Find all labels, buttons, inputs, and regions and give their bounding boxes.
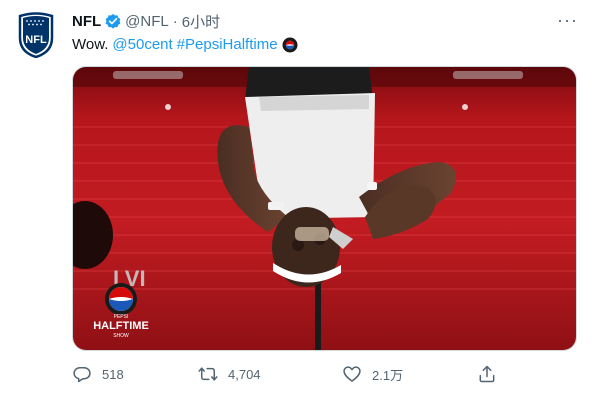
- separator-dot: ·: [172, 12, 178, 30]
- timestamp[interactable]: 6小时: [182, 11, 220, 32]
- like-button[interactable]: 2.1万: [342, 363, 403, 385]
- tweet-header: NFL @NFL · 6小时: [72, 11, 220, 31]
- hashflag-pepsi-icon: [282, 37, 298, 53]
- tweet-text-prefix: Wow.: [72, 36, 109, 53]
- like-count: 2.1万: [372, 367, 404, 383]
- tweet-text: Wow. @50cent #PepsiHalftime: [72, 35, 298, 55]
- reply-button[interactable]: 518: [72, 363, 124, 385]
- mention-link[interactable]: @50cent: [112, 35, 172, 55]
- retweet-button[interactable]: 4,704: [198, 363, 261, 385]
- hashtag-link[interactable]: #PepsiHalftime: [177, 35, 278, 55]
- video-frame: LVI PEPSI HALFTIME SHOW: [73, 67, 576, 350]
- retweet-icon: [198, 367, 218, 381]
- nfl-logo-text: NFL: [25, 34, 47, 46]
- more-options-icon[interactable]: ···: [557, 11, 578, 29]
- handle[interactable]: @NFL: [125, 13, 169, 30]
- tweet-media-video[interactable]: LVI PEPSI HALFTIME SHOW: [72, 66, 577, 351]
- tweet-card[interactable]: NFL NFL @NFL · 6小时 ··· Wow. @50cent #Pep…: [0, 0, 596, 394]
- retweet-count: 4,704: [228, 366, 261, 382]
- logo-halftime-text: HALFTIME: [93, 320, 149, 332]
- reply-icon: [73, 367, 91, 383]
- logo-show-text: SHOW: [113, 333, 129, 339]
- share-button[interactable]: [477, 363, 507, 385]
- heart-icon: [343, 366, 361, 382]
- nfl-avatar[interactable]: NFL: [17, 12, 55, 59]
- share-icon: [479, 365, 495, 383]
- tweet-actions: 518 4,704 2.1万: [72, 363, 502, 385]
- verified-badge-icon: [105, 13, 121, 29]
- reply-count: 518: [102, 366, 124, 382]
- nfl-shield-icon: NFL: [18, 12, 54, 59]
- display-name[interactable]: NFL: [72, 13, 101, 30]
